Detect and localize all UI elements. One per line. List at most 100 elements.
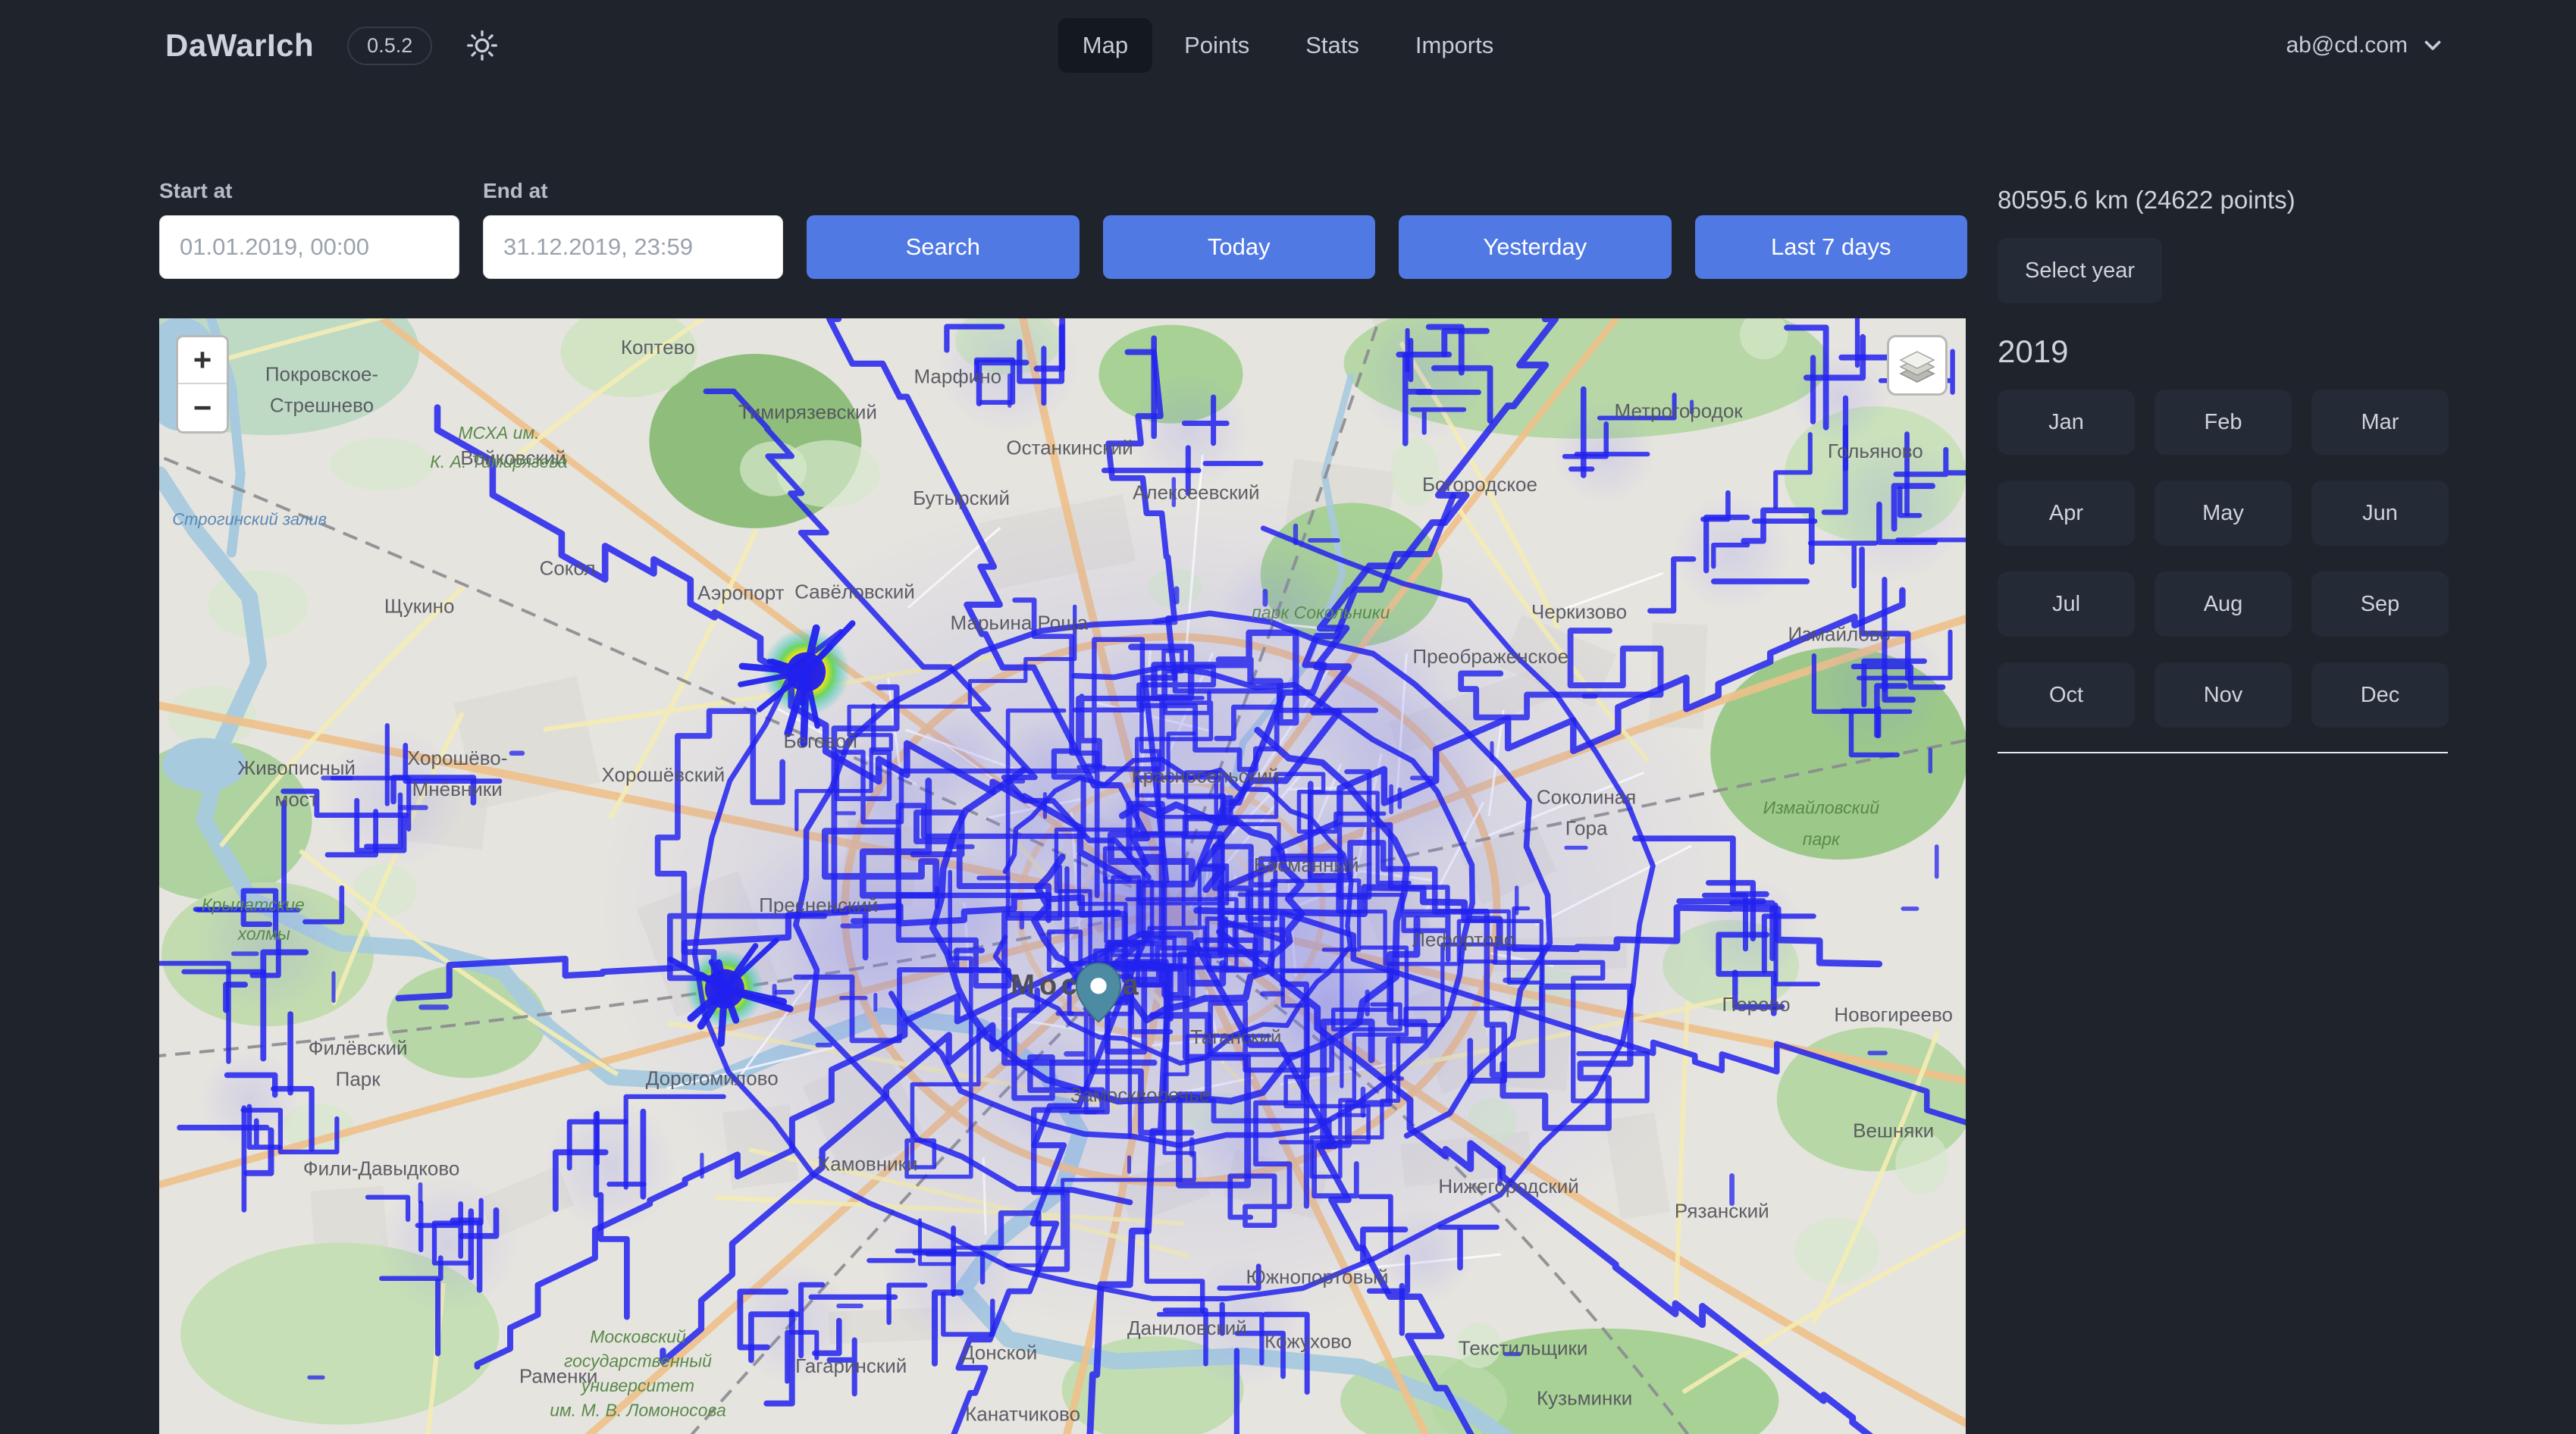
end-date-input[interactable] — [483, 215, 783, 279]
map-label: Алексеевский — [1133, 481, 1260, 503]
map-label: парк Сокольники — [1252, 603, 1390, 622]
chevron-down-icon — [2420, 33, 2446, 58]
filter-bar: Start at End at Search Today Yesterday L… — [159, 179, 1967, 279]
map-label: Парк — [336, 1068, 381, 1091]
month-button-oct[interactable]: Oct — [1998, 662, 2135, 728]
map-label: К. А. Тимирязева — [430, 452, 567, 471]
map-label: Щукино — [384, 595, 455, 618]
map-marker-pin[interactable] — [1075, 961, 1122, 1027]
map-label: Вешняки — [1853, 1119, 1934, 1141]
map-label: Фили-Давыдково — [303, 1157, 460, 1179]
map-label: государственный — [564, 1351, 712, 1371]
start-date-input[interactable] — [159, 215, 459, 279]
map-label: мост — [274, 787, 318, 810]
map-canvas[interactable]: КоптевоПокровское-СтрешневоТимирязевский… — [159, 318, 1966, 1434]
map-label: Басманный — [1254, 853, 1359, 876]
map-label: Замоскворечье — [1070, 1083, 1210, 1106]
yesterday-button[interactable]: Yesterday — [1399, 215, 1672, 279]
map-label: Покровское- — [265, 362, 378, 385]
map-label: Марфино — [914, 365, 1001, 387]
map-label: Черкизово — [1531, 600, 1627, 623]
map-label: Сокол — [540, 557, 596, 580]
select-year-button[interactable]: Select year — [1998, 238, 2162, 303]
tab-stats[interactable]: Stats — [1281, 18, 1384, 73]
map-label: Живописный — [237, 756, 356, 779]
map-label: Южнопортовый — [1246, 1265, 1388, 1288]
month-button-feb[interactable]: Feb — [2155, 390, 2292, 455]
map-tiles: КоптевоПокровское-СтрешневоТимирязевский… — [159, 318, 1966, 1434]
map-label: Бутырский — [913, 487, 1010, 509]
search-button[interactable]: Search — [807, 215, 1080, 279]
layers-icon — [1896, 344, 1938, 387]
map-label: Хорошёво- — [407, 747, 507, 769]
map-label: Канатчиково — [965, 1402, 1080, 1425]
month-button-sep[interactable]: Sep — [2311, 571, 2449, 637]
map-label: им. М. В. Ломоносова — [550, 1400, 726, 1420]
map-label: Строгинский залив — [172, 509, 327, 528]
months-grid: Jan Feb Mar Apr May Jun Jul Aug Sep Oct Nov Dec — [1998, 390, 2460, 728]
map-label: Савёловский — [794, 580, 915, 603]
sidebar-divider — [1998, 752, 2448, 753]
user-email: ab@cd.com — [2286, 33, 2408, 58]
month-button-may[interactable]: May — [2155, 481, 2292, 546]
map-label: Красносельский — [1131, 764, 1279, 787]
map-label: Перово — [1722, 993, 1791, 1016]
map-label: Рязанский — [1675, 1199, 1769, 1222]
map-label: Гагаринский — [795, 1354, 907, 1377]
map-zoom-control: + − — [176, 335, 229, 434]
month-button-aug[interactable]: Aug — [2155, 571, 2292, 637]
month-button-jan[interactable]: Jan — [1998, 390, 2135, 455]
map-label: Тимирязевский — [738, 400, 877, 423]
main-tabs: MapPointsStatsImports — [1058, 0, 1518, 91]
last-7-days-button[interactable]: Last 7 days — [1695, 215, 1968, 279]
month-button-jun[interactable]: Jun — [2311, 481, 2449, 546]
map-label: Донской — [961, 1341, 1037, 1364]
map-label: Хамовники — [817, 1153, 918, 1176]
map-label: Таганский — [1190, 1025, 1281, 1048]
month-button-dec[interactable]: Dec — [2311, 662, 2449, 728]
map-label: Московский — [590, 1326, 686, 1346]
year-heading: 2019 — [1998, 333, 2460, 370]
map-label: Нижегородский — [1438, 1175, 1578, 1198]
map-label: Мнёвники — [412, 778, 503, 800]
map-label: Дорогомилово — [646, 1066, 779, 1089]
tab-points[interactable]: Points — [1160, 18, 1274, 73]
map-label: Пресненский — [759, 894, 878, 916]
map-label: Марьина Роща — [951, 612, 1089, 634]
tab-imports[interactable]: Imports — [1391, 18, 1518, 73]
map-label: Стрешнево — [270, 394, 374, 417]
map-label: Кожухово — [1264, 1330, 1352, 1353]
map-label: Текстильщики — [1459, 1336, 1588, 1359]
map-label: парк — [1803, 829, 1841, 849]
zoom-in-button[interactable]: + — [178, 337, 227, 384]
map-label: университет — [580, 1376, 694, 1395]
navbar: DaWarIch 0.5.2 MapPointsStatsImports ab@… — [0, 0, 2576, 91]
map-label: Гольяново — [1828, 440, 1923, 462]
map-label: Метрогородок — [1615, 399, 1744, 422]
map-layers-control[interactable] — [1887, 335, 1948, 396]
today-button[interactable]: Today — [1103, 215, 1376, 279]
map-label: Кузьминки — [1537, 1387, 1632, 1410]
start-at-label: Start at — [159, 179, 459, 203]
distance-points-stat: 80595.6 km (24622 points) — [1998, 185, 2460, 215]
map-label: Богородское — [1422, 473, 1537, 496]
month-button-jul[interactable]: Jul — [1998, 571, 2135, 637]
map-label: холмы — [237, 924, 290, 944]
map-label: Лефортово — [1412, 928, 1515, 951]
month-button-mar[interactable]: Mar — [2311, 390, 2449, 455]
map-label: МСХА им. — [458, 423, 539, 443]
zoom-out-button[interactable]: − — [178, 384, 227, 431]
map-label: Преображенское — [1412, 645, 1568, 668]
map-label: Измайлово — [1788, 622, 1891, 645]
map-label: Соколиная — [1537, 785, 1636, 808]
map-label: Аэропорт — [697, 581, 785, 604]
map-label: Измайловский — [1763, 798, 1880, 818]
tab-map[interactable]: Map — [1058, 18, 1152, 73]
theme-toggle-button[interactable] — [465, 29, 499, 62]
month-button-nov[interactable]: Nov — [2155, 662, 2292, 728]
user-menu[interactable]: ab@cd.com — [2286, 0, 2446, 91]
month-button-apr[interactable]: Apr — [1998, 481, 2135, 546]
app-logo[interactable]: DaWarIch — [165, 27, 314, 64]
version-badge: 0.5.2 — [347, 27, 432, 65]
map-label: Даниловский — [1127, 1317, 1247, 1339]
